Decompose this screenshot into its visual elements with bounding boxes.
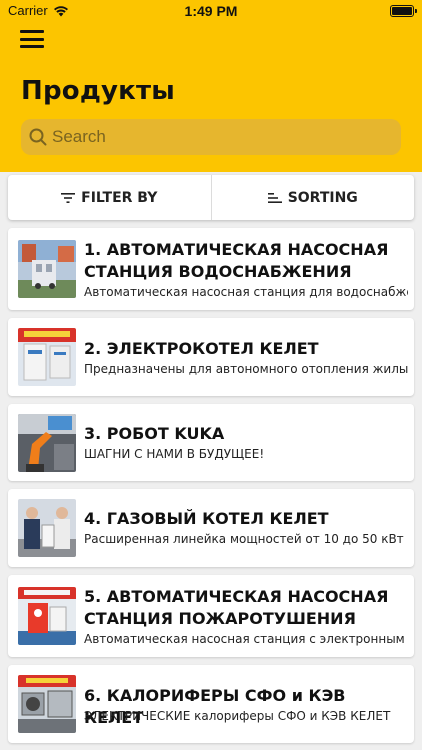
electric-boiler-photo: [18, 328, 76, 386]
product-title: 5. АВТОМАТИЧЕСКАЯ НАСОСНАЯ СТАНЦИЯ ПОЖАР…: [84, 587, 389, 628]
filter-icon: [61, 192, 76, 203]
product-title: 4. ГАЗОВЫЙ КОТЕЛ КЕЛЕТ: [84, 509, 329, 528]
status-time: 1:49 PM: [184, 3, 238, 19]
product-description: Предназначены для автономного отопления …: [84, 362, 408, 376]
product-item-1[interactable]: 1. АВТОМАТИЧЕСКАЯ НАСОСНАЯ СТАНЦИЯ ВОДОС…: [8, 228, 414, 310]
product-item-2[interactable]: 2. ЭЛЕКТРОКОТЕЛ КЕЛЕТ Предназначены для …: [8, 318, 414, 396]
header: Carrier 1:49 PM Продукты: [0, 0, 422, 172]
sorting-label: SORTING: [287, 189, 358, 206]
product-description: ЭЛЕКТРИЧЕСКИЕ калориферы СФО и КЭВ КЕЛЕТ: [84, 709, 391, 723]
sorting-button[interactable]: SORTING: [212, 175, 415, 220]
search-input[interactable]: [52, 127, 382, 147]
search-bar[interactable]: [21, 119, 401, 155]
product-title: 1. АВТОМАТИЧЕСКАЯ НАСОСНАЯ СТАНЦИЯ ВОДОС…: [84, 240, 389, 281]
product-description: ШАГНИ С НАМИ В БУДУЩЕЕ!: [84, 447, 265, 461]
product-item-4[interactable]: 4. ГАЗОВЫЙ КОТЕЛ КЕЛЕТ Расширенная линей…: [8, 489, 414, 567]
sort-icon: [267, 192, 282, 203]
product-description: Автоматическая насосная станция для водо…: [84, 285, 408, 299]
product-item-6[interactable]: 6. КАЛОРИФЕРЫ СФО и КЭВ КЕЛЕТ ЭЛЕКТРИЧЕС…: [8, 665, 414, 743]
hamburger-menu-icon[interactable]: [20, 30, 44, 48]
filter-button[interactable]: FILTER BY: [8, 175, 211, 220]
product-item-3[interactable]: 3. РОБОТ KUKA ШАГНИ С НАМИ В БУДУЩЕЕ!: [8, 404, 414, 481]
product-title: 2. ЭЛЕКТРОКОТЕЛ КЕЛЕТ: [84, 339, 319, 358]
gas-boiler-photo: [18, 499, 76, 557]
product-description: Расширенная линейка мощностей от 10 до 5…: [84, 532, 404, 546]
page-title: Продукты: [21, 76, 176, 106]
product-item-5[interactable]: 5. АВТОМАТИЧЕСКАЯ НАСОСНАЯ СТАНЦИЯ ПОЖАР…: [8, 575, 414, 657]
fire-pump-photo: [18, 587, 76, 645]
battery-icon: [390, 5, 417, 17]
filter-sort-bar: FILTER BY SORTING: [8, 175, 414, 220]
robot-photo: [18, 414, 76, 472]
pump-station-photo: [18, 240, 76, 298]
product-description: Автоматическая насосная станция с электр…: [84, 632, 408, 646]
filter-label: FILTER BY: [81, 189, 158, 206]
search-icon: [29, 128, 47, 146]
status-bar: Carrier 1:49 PM: [0, 0, 422, 24]
heater-photo: [18, 675, 76, 733]
product-title: 3. РОБОТ KUKA: [84, 424, 225, 443]
